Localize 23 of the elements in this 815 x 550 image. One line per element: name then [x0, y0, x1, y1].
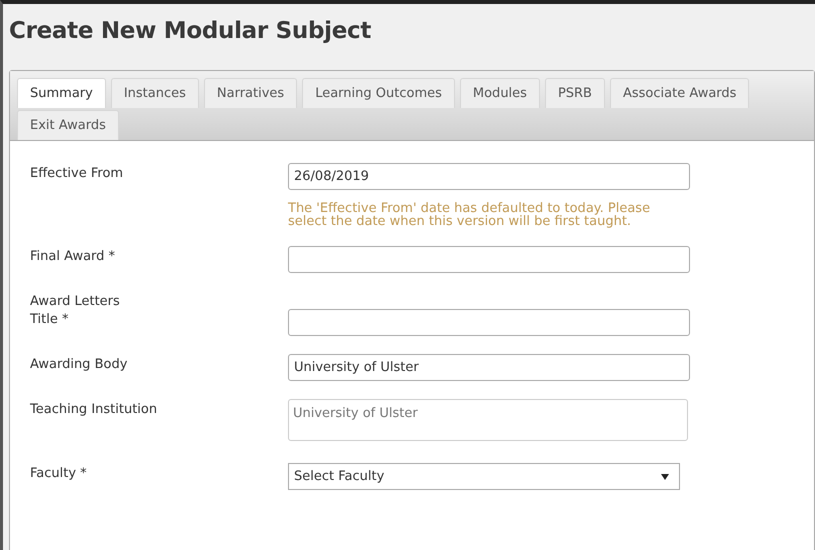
- page-title: Create New Modular Subject: [8, 17, 372, 46]
- field-label: Final Award *: [30, 248, 116, 266]
- tab[interactable]: Exit Awards: [17, 110, 119, 140]
- text-field[interactable]: [288, 246, 690, 273]
- field-label: Faculty *: [30, 465, 88, 483]
- tab[interactable]: Learning Outcomes: [302, 78, 455, 108]
- text-field[interactable]: University of Ulster: [288, 354, 690, 381]
- tab[interactable]: PSRB: [544, 78, 605, 108]
- dropdown[interactable]: Select Faculty: [288, 463, 680, 490]
- tab[interactable]: Modules: [460, 78, 540, 108]
- field-label: Title *: [30, 311, 70, 329]
- tab[interactable]: Narratives: [204, 78, 298, 108]
- caret-icon: [661, 474, 669, 480]
- field-label: Awarding Body: [30, 356, 128, 374]
- tab[interactable]: Associate Awards: [610, 78, 750, 108]
- tab[interactable]: Instances: [110, 78, 199, 108]
- hint-text: The 'Effective From' date has defaulted to today. Please select the date when this version will be first taught.: [288, 202, 652, 228]
- text-field[interactable]: [288, 309, 690, 336]
- field-label: Effective From: [30, 165, 124, 183]
- text-field[interactable]: 26/08/2019: [288, 163, 690, 190]
- field-label: Award Letters: [30, 293, 121, 309]
- tab[interactable]: Summary: [17, 78, 106, 108]
- field-label: Teaching Institution: [30, 401, 158, 419]
